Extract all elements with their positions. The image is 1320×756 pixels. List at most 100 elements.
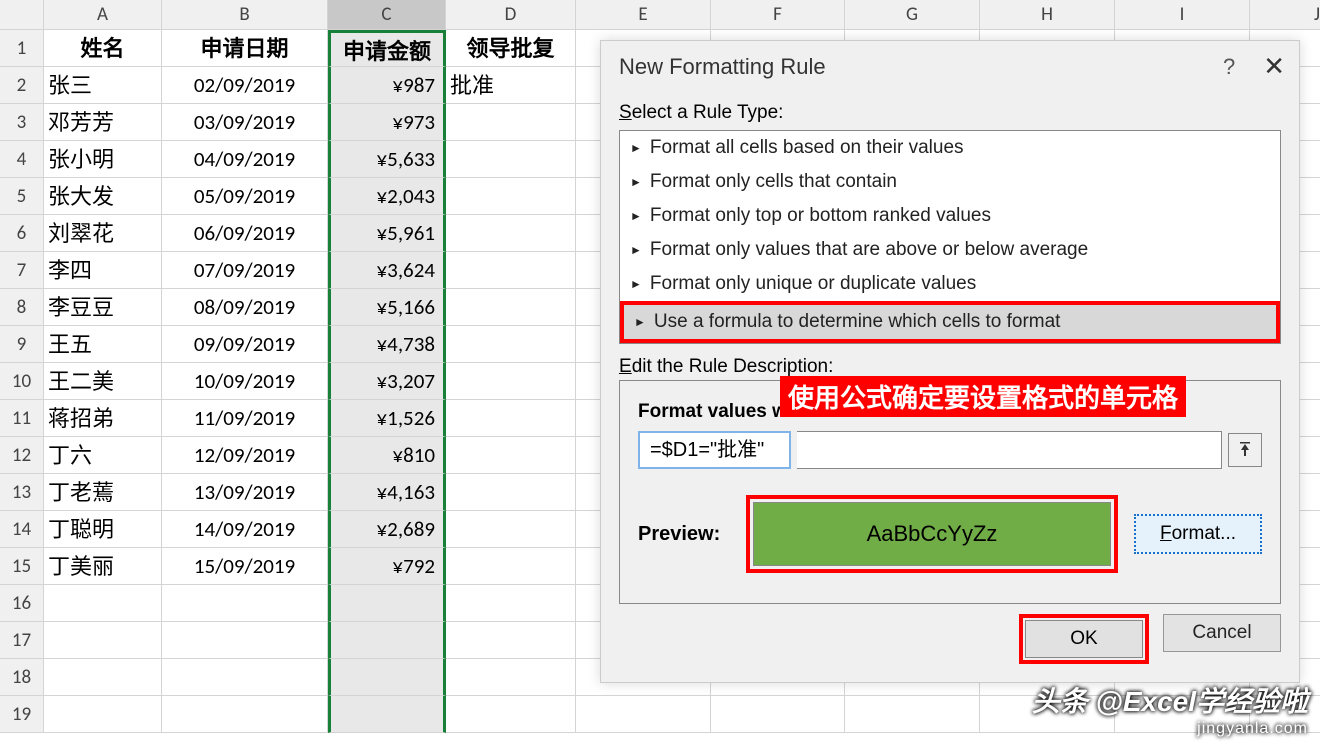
cell-A8[interactable]: 李豆豆: [44, 289, 162, 326]
cell-C11[interactable]: ¥1,526: [328, 400, 446, 437]
formula-input[interactable]: =$D1="批准": [638, 431, 791, 469]
header-cell-A[interactable]: 姓名: [44, 30, 162, 67]
cell-A10[interactable]: 王二美: [44, 363, 162, 400]
row-header-12[interactable]: 12: [0, 437, 44, 474]
header-cell-B[interactable]: 申请日期: [162, 30, 328, 67]
format-button[interactable]: Format...: [1134, 514, 1262, 554]
row-header-13[interactable]: 13: [0, 474, 44, 511]
cell-B11[interactable]: 11/09/2019: [162, 400, 328, 437]
cell-C6[interactable]: ¥5,961: [328, 215, 446, 252]
cell-B15[interactable]: 15/09/2019: [162, 548, 328, 585]
column-header-E[interactable]: E: [576, 0, 711, 30]
cell-C3[interactable]: ¥973: [328, 104, 446, 141]
collapse-dialog-icon[interactable]: [1228, 433, 1262, 467]
cell-A5[interactable]: 张大发: [44, 178, 162, 215]
cell-B16[interactable]: [162, 585, 328, 622]
close-icon[interactable]: ✕: [1263, 51, 1285, 82]
cell-C17[interactable]: [328, 622, 446, 659]
cell-A18[interactable]: [44, 659, 162, 696]
rule-type-option[interactable]: ►Use a formula to determine which cells …: [620, 301, 1280, 343]
header-cell-C[interactable]: 申请金额: [328, 30, 446, 67]
cell-C9[interactable]: ¥4,738: [328, 326, 446, 363]
row-header-19[interactable]: 19: [0, 696, 44, 733]
column-header-D[interactable]: D: [446, 0, 576, 30]
cell-A12[interactable]: 丁六: [44, 437, 162, 474]
cell-D16[interactable]: [446, 585, 576, 622]
rule-type-option[interactable]: ►Format only unique or duplicate values: [620, 267, 1280, 301]
cell-B9[interactable]: 09/09/2019: [162, 326, 328, 363]
cell-A9[interactable]: 王五: [44, 326, 162, 363]
formula-input-extent[interactable]: [797, 431, 1222, 469]
row-header-10[interactable]: 10: [0, 363, 44, 400]
cell-A19[interactable]: [44, 696, 162, 733]
cell-B18[interactable]: [162, 659, 328, 696]
rule-type-option[interactable]: ►Format only cells that contain: [620, 165, 1280, 199]
cell-C2[interactable]: ¥987: [328, 67, 446, 104]
cell-D8[interactable]: [446, 289, 576, 326]
rule-type-option[interactable]: ►Format all cells based on their values: [620, 131, 1280, 165]
ok-button[interactable]: OK: [1025, 620, 1143, 658]
cell-C18[interactable]: [328, 659, 446, 696]
cell-G19[interactable]: [845, 696, 980, 733]
cell-D4[interactable]: [446, 141, 576, 178]
row-header-7[interactable]: 7: [0, 252, 44, 289]
column-header-B[interactable]: B: [162, 0, 328, 30]
row-header-6[interactable]: 6: [0, 215, 44, 252]
cell-B10[interactable]: 10/09/2019: [162, 363, 328, 400]
column-header-I[interactable]: I: [1115, 0, 1250, 30]
row-header-8[interactable]: 8: [0, 289, 44, 326]
row-header-2[interactable]: 2: [0, 67, 44, 104]
dialog-titlebar[interactable]: New Formatting Rule ? ✕: [601, 41, 1299, 92]
row-header-14[interactable]: 14: [0, 511, 44, 548]
cell-D10[interactable]: [446, 363, 576, 400]
cell-D2[interactable]: 批准: [446, 67, 576, 104]
cell-D17[interactable]: [446, 622, 576, 659]
row-header-17[interactable]: 17: [0, 622, 44, 659]
header-cell-D[interactable]: 领导批复: [446, 30, 576, 67]
cell-B7[interactable]: 07/09/2019: [162, 252, 328, 289]
cell-C8[interactable]: ¥5,166: [328, 289, 446, 326]
cell-A4[interactable]: 张小明: [44, 141, 162, 178]
column-header-J[interactable]: J: [1250, 0, 1320, 30]
cell-C19[interactable]: [328, 696, 446, 733]
cell-A14[interactable]: 丁聪明: [44, 511, 162, 548]
column-header-C[interactable]: C: [328, 0, 446, 30]
cell-B14[interactable]: 14/09/2019: [162, 511, 328, 548]
cell-D9[interactable]: [446, 326, 576, 363]
cell-C13[interactable]: ¥4,163: [328, 474, 446, 511]
row-header-5[interactable]: 5: [0, 178, 44, 215]
row-header-9[interactable]: 9: [0, 326, 44, 363]
cell-B4[interactable]: 04/09/2019: [162, 141, 328, 178]
cell-D13[interactable]: [446, 474, 576, 511]
cell-D6[interactable]: [446, 215, 576, 252]
rule-type-option[interactable]: ►Format only top or bottom ranked values: [620, 199, 1280, 233]
cell-D18[interactable]: [446, 659, 576, 696]
cell-D19[interactable]: [446, 696, 576, 733]
cell-A16[interactable]: [44, 585, 162, 622]
cell-A11[interactable]: 蒋招弟: [44, 400, 162, 437]
cell-A6[interactable]: 刘翠花: [44, 215, 162, 252]
select-all-corner[interactable]: [0, 0, 44, 30]
cell-E19[interactable]: [576, 696, 711, 733]
cell-C10[interactable]: ¥3,207: [328, 363, 446, 400]
cell-B17[interactable]: [162, 622, 328, 659]
cell-C5[interactable]: ¥2,043: [328, 178, 446, 215]
cell-A2[interactable]: 张三: [44, 67, 162, 104]
cell-B12[interactable]: 12/09/2019: [162, 437, 328, 474]
row-header-15[interactable]: 15: [0, 548, 44, 585]
cell-A13[interactable]: 丁老蔫: [44, 474, 162, 511]
cell-A7[interactable]: 李四: [44, 252, 162, 289]
cell-D5[interactable]: [446, 178, 576, 215]
rule-type-option[interactable]: ►Format only values that are above or be…: [620, 233, 1280, 267]
cell-D7[interactable]: [446, 252, 576, 289]
row-header-18[interactable]: 18: [0, 659, 44, 696]
cell-B2[interactable]: 02/09/2019: [162, 67, 328, 104]
cell-B6[interactable]: 06/09/2019: [162, 215, 328, 252]
cell-D14[interactable]: [446, 511, 576, 548]
row-header-4[interactable]: 4: [0, 141, 44, 178]
column-header-H[interactable]: H: [980, 0, 1115, 30]
cell-C4[interactable]: ¥5,633: [328, 141, 446, 178]
cell-A3[interactable]: 邓芳芳: [44, 104, 162, 141]
cell-D12[interactable]: [446, 437, 576, 474]
cell-C7[interactable]: ¥3,624: [328, 252, 446, 289]
